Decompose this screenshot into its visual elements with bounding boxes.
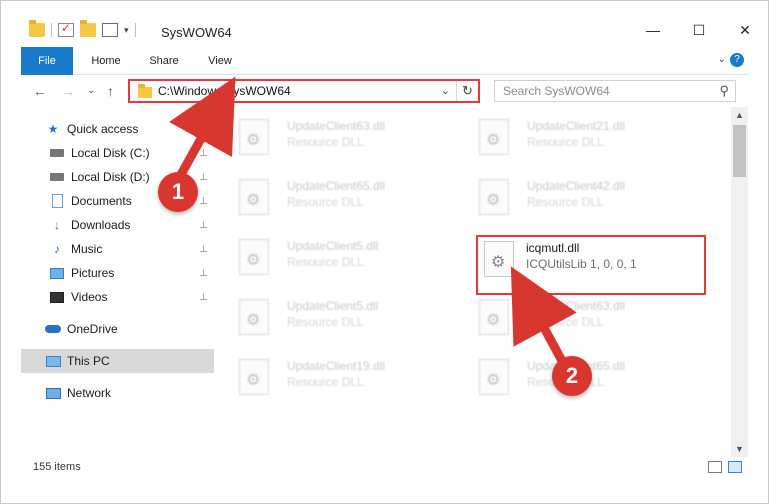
step-marker-2: 2: [552, 356, 592, 396]
annotation-arrows: [169, 76, 577, 377]
arrow-1: [169, 76, 236, 185]
step-marker-1: 1: [158, 172, 198, 212]
